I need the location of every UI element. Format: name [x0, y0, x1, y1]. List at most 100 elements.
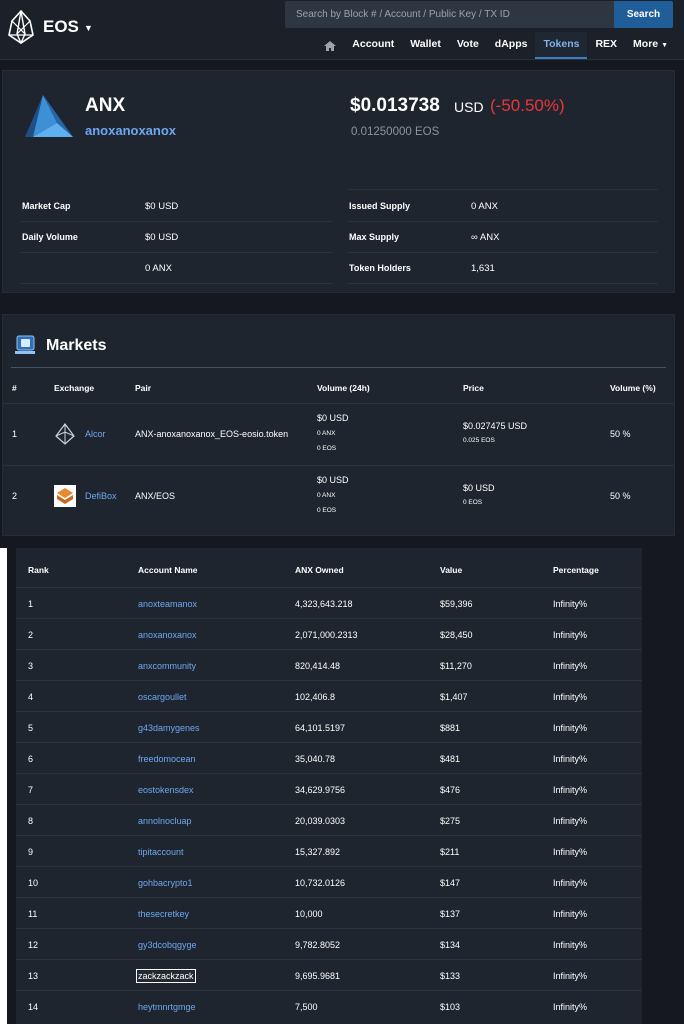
holder-percentage: Infinity% [553, 692, 588, 702]
market-cap-value: $0 USD [145, 201, 179, 212]
holder-amount: 10,732.0126 [295, 878, 346, 888]
max-supply-label: Max Supply [349, 232, 400, 242]
nav-rex[interactable]: REX [587, 32, 625, 59]
token-holders-value: 1,631 [471, 263, 495, 274]
holder-rank: 9 [28, 847, 34, 857]
markets-header-price: Price [463, 383, 484, 393]
eos-logo-icon[interactable] [8, 10, 34, 44]
defibox-logo-icon [54, 485, 76, 507]
holder-amount: 820,414.48 [295, 661, 341, 671]
holder-amount: 15,327.892 [295, 847, 341, 857]
holder-account-link[interactable]: eostokensdex [138, 785, 194, 795]
holder-value: $481 [440, 754, 461, 764]
market-pair[interactable]: ANX/EOS [135, 491, 175, 501]
market-cap-label: Market Cap [22, 201, 71, 211]
daily-volume-value: $0 USD [145, 232, 179, 243]
holder-amount: 34,629.9756 [295, 785, 346, 795]
holder-amount: 20,039.0303 [295, 816, 346, 826]
holder-rank: 14 [28, 1002, 39, 1012]
holder-percentage: Infinity% [553, 847, 588, 857]
market-volume-token: 0 ANX [317, 430, 336, 437]
holder-account-link[interactable]: gohbacrypto1 [138, 878, 193, 888]
nav-vote[interactable]: Vote [449, 32, 487, 59]
holder-account-link[interactable]: gy3dcobqgyge [138, 940, 197, 950]
home-icon[interactable] [316, 32, 344, 59]
issued-supply-value: 0 ANX [471, 201, 498, 212]
holder-rank: 7 [28, 785, 34, 795]
holder-account-link[interactable]: tipitaccount [138, 847, 184, 857]
table-row: 1 anoxteamanox 4,323,643.218 $59,396 Infinit… [16, 587, 642, 618]
token-logo-icon [25, 95, 73, 137]
holder-account-link[interactable]: g43damygenes [138, 723, 200, 733]
main-nav: Account Wallet Vote dApps Tokens REX Mor… [316, 32, 676, 59]
holder-rank: 8 [28, 816, 34, 826]
holder-rank: 4 [28, 692, 34, 702]
market-pair[interactable]: ANX-anoxanoxanox_EOS-eosio.token [135, 429, 288, 439]
search-button[interactable]: Search [614, 1, 673, 28]
holder-account-link[interactable]: freedomocean [138, 754, 196, 764]
holder-account-link[interactable]: heytmnrtgmge [138, 1002, 196, 1012]
holder-amount: 7,500 [295, 1002, 318, 1012]
divider [347, 252, 658, 253]
market-row[interactable]: 2 DefiBox ANX/EOS $0 USD 0 ANX 0 EOS $0 … [3, 466, 674, 527]
holder-value: $211 [440, 847, 460, 857]
holder-account-link[interactable]: zackzackzack [136, 969, 196, 983]
nav-account[interactable]: Account [344, 32, 402, 59]
table-row: 3 anxcommunity 820,414.48 $11,270 Infinity% [16, 649, 642, 680]
holder-percentage: Infinity% [553, 1002, 588, 1012]
market-volume-token: 0 ANX [317, 492, 336, 499]
holder-amount: 9,695.9681 [295, 971, 341, 981]
table-row: 5 g43damygenes 64,101.5197 $881 Infinity% [16, 711, 642, 742]
markets-panel: Markets # Exchange Pair Volume (24h) Pri… [2, 314, 675, 536]
holder-account-link[interactable]: anoxteamanox [138, 599, 197, 609]
holder-account-link[interactable]: anxcommunity [138, 661, 196, 671]
market-price-usd: $0 USD [463, 483, 495, 493]
market-volume-usd: $0 USD [317, 475, 349, 485]
holder-percentage: Infinity% [553, 630, 588, 640]
token-price-usd: $0.013738 [350, 95, 440, 116]
market-price-eos: 0 EOS [463, 499, 483, 506]
holder-amount: 9,782.8052 [295, 940, 341, 950]
token-overview-panel: ANX anoxanoxanox $0.013738 USD (-50.50%)… [2, 70, 675, 293]
nav-more[interactable]: More ▼ [625, 32, 676, 59]
token-contract-link[interactable]: anoxanoxanox [85, 123, 176, 138]
holder-value: $103 [440, 1002, 461, 1012]
holder-rank: 2 [28, 630, 34, 640]
nav-wallet[interactable]: Wallet [402, 32, 449, 59]
market-volume-eos: 0 EOS [317, 445, 337, 452]
holder-amount: 4,323,643.218 [295, 599, 353, 609]
caret-down-icon[interactable]: ▼ [84, 23, 93, 33]
holder-value: $28,450 [440, 630, 473, 640]
alcor-logo-icon [55, 423, 75, 445]
market-price-eos: 0.025 EOS [463, 437, 495, 444]
issued-supply-label: Issued Supply [349, 201, 411, 211]
caret-down-icon: ▼ [661, 42, 668, 49]
market-volume-pct: 50 % [610, 429, 631, 439]
holder-amount: 35,040.78 [295, 754, 336, 764]
exchange-link-alcor[interactable]: Alcor [85, 429, 106, 439]
holder-rank: 6 [28, 754, 34, 764]
network-selector[interactable]: EOS [43, 17, 79, 37]
table-row: 8 annolnocluap 20,039.0303 $275 Infinity% [16, 804, 642, 835]
table-row: 11 thesecretkey 10,000 $137 Infinity% [16, 897, 642, 928]
nav-tokens[interactable]: Tokens [535, 32, 588, 59]
holder-account-link[interactable]: thesecretkey [138, 909, 189, 919]
holder-rank: 3 [28, 661, 34, 671]
holder-account-link[interactable]: annolnocluap [138, 816, 192, 826]
exchange-link-defibox[interactable]: DefiBox [85, 491, 117, 501]
holders-header-account: Account Name [138, 565, 198, 575]
holder-account-link[interactable]: oscargoullet [138, 692, 187, 702]
search-input[interactable] [285, 1, 614, 28]
markets-header-exchange: Exchange [54, 383, 95, 393]
table-row: 10 gohbacrypto1 10,732.0126 $147 Infinity% [16, 866, 642, 897]
holder-account-link[interactable]: anoxanoxanox [138, 630, 197, 640]
market-volume-eos: 0 EOS [317, 507, 337, 514]
page-edge [0, 548, 7, 1024]
holder-value: $134 [440, 940, 461, 950]
daily-volume-label: Daily Volume [22, 232, 78, 242]
nav-dapps[interactable]: dApps [487, 32, 536, 59]
market-row[interactable]: 1 Alcor ANX-anoxanoxanox_EOS-eosio.token… [3, 404, 674, 465]
holder-rank: 5 [28, 723, 34, 733]
market-num: 2 [12, 491, 18, 501]
holder-value: $1,407 [440, 692, 468, 702]
